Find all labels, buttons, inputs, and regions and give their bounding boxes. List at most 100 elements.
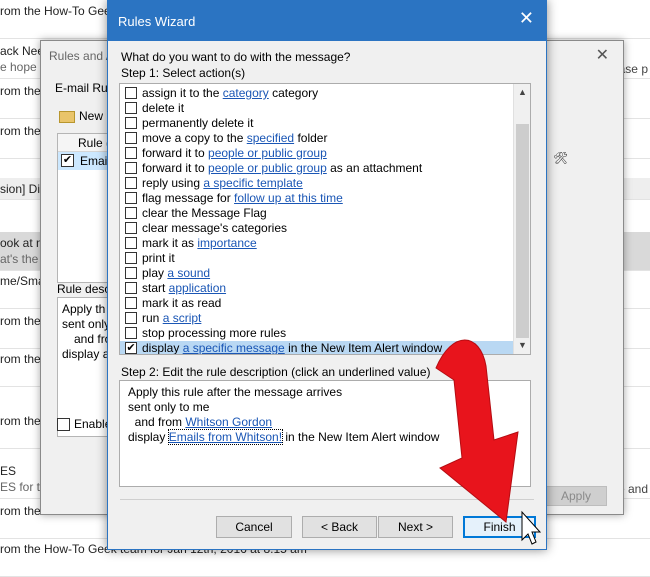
action-checkbox[interactable] [125, 312, 137, 324]
mail-row-title: rom the [0, 352, 41, 366]
action-checkbox[interactable] [125, 252, 137, 264]
action-checkbox[interactable]: ✔ [125, 342, 137, 354]
mail-row-title: me/Sma [0, 274, 45, 288]
action-text: mark it as [142, 236, 198, 250]
action-row[interactable]: forward it to people or public group [120, 146, 514, 161]
action-label: clear message's categories [142, 221, 287, 236]
divider [120, 499, 534, 500]
desc-line-4: display Emails from Whitson! in the New … [128, 429, 522, 445]
action-label: delete it [142, 101, 184, 116]
action-checkbox[interactable] [125, 282, 137, 294]
action-row[interactable]: ✔ display a specific message in the New I… [120, 341, 514, 355]
desc-line: Apply th [62, 302, 106, 316]
action-text: clear message's categories [142, 221, 288, 235]
action-row[interactable]: start application [120, 281, 514, 296]
action-text: delete it [142, 101, 185, 115]
back-button[interactable]: < Back [302, 516, 377, 538]
action-row[interactable]: clear message's categories [120, 221, 514, 236]
action-checkbox[interactable] [125, 117, 137, 129]
action-checkbox[interactable] [125, 222, 137, 234]
action-link[interactable]: a specific template [203, 176, 302, 190]
action-row[interactable]: play a sound [120, 266, 514, 281]
action-row[interactable]: mark it as importance [120, 236, 514, 251]
action-checkbox[interactable] [125, 297, 137, 309]
desc-line: display a [62, 347, 110, 361]
scroll-up-icon[interactable]: ▲ [514, 84, 530, 101]
action-row[interactable]: reply using a specific template [120, 176, 514, 191]
mail-row-title: sion] Di [0, 182, 41, 196]
action-link[interactable]: people or public group [208, 161, 327, 175]
action-text: flag message for [142, 191, 235, 205]
action-row[interactable]: permanently delete it [120, 116, 514, 131]
desc-text: and from [128, 415, 186, 429]
action-link[interactable]: follow up at this time [234, 191, 343, 205]
action-link[interactable]: category [223, 86, 269, 100]
action-row[interactable]: run a script [120, 311, 514, 326]
action-link[interactable]: application [169, 281, 226, 295]
action-checkbox[interactable] [125, 327, 137, 339]
action-checkbox[interactable] [125, 102, 137, 114]
action-checkbox[interactable] [125, 237, 137, 249]
action-label: print it [142, 251, 175, 266]
action-row[interactable]: print it [120, 251, 514, 266]
scroll-down-icon[interactable]: ▼ [514, 337, 530, 354]
action-row[interactable]: clear the Message Flag [120, 206, 514, 221]
action-link[interactable]: a sound [167, 266, 210, 280]
close-icon[interactable]: ✕ [596, 45, 609, 65]
action-row[interactable]: move a copy to the specified folder [120, 131, 514, 146]
checkbox[interactable] [57, 418, 70, 432]
rules-alerts-title: Rules and A [49, 49, 114, 63]
folder-icon [59, 110, 75, 123]
enable-label: Enable [74, 417, 112, 431]
rules-list[interactable]: Rule ( ✔ Emails [57, 133, 116, 283]
rule-checkbox[interactable]: ✔ [61, 154, 74, 167]
action-checkbox[interactable] [125, 207, 137, 219]
action-link[interactable]: a script [163, 311, 202, 325]
enable-checkbox[interactable]: Enable [57, 417, 112, 432]
close-icon[interactable]: ✕ [519, 9, 534, 27]
action-text: permanently delete it [142, 116, 254, 130]
rule-description-box: Apply th sent only and fro display a [57, 297, 113, 437]
action-text: move a copy to the [142, 131, 247, 145]
action-link[interactable]: a specific message [183, 341, 285, 354]
mail-row-preview: e hope [0, 60, 37, 74]
mail-row-preview: at's the [0, 252, 39, 266]
action-row[interactable]: flag message for follow up at this time [120, 191, 514, 206]
desc-line-3: and from Whitson Gordon [128, 415, 522, 430]
actions-list[interactable]: ✔ display a specific message in the New I… [119, 83, 531, 355]
action-row[interactable]: forward it to people or public group as … [120, 161, 514, 176]
action-checkbox[interactable] [125, 132, 137, 144]
message-link[interactable]: Emails from Whitson! [167, 429, 284, 445]
action-link[interactable]: people or public group [208, 146, 327, 160]
action-link[interactable]: importance [197, 236, 256, 250]
scroll-thumb[interactable] [516, 124, 529, 338]
mail-row-title: rom the [0, 124, 41, 138]
action-label: assign it to the category category [142, 86, 318, 101]
action-text: run [142, 311, 163, 325]
action-checkbox[interactable] [125, 267, 137, 279]
action-checkbox[interactable] [125, 177, 137, 189]
tools-icon[interactable]: 🛠 [553, 151, 568, 165]
rules-list-header: Rule ( [58, 134, 112, 152]
action-checkbox[interactable] [125, 162, 137, 174]
apply-button[interactable]: Apply [545, 486, 607, 506]
action-text: as an attachment [326, 161, 423, 175]
action-link[interactable]: specified [247, 131, 294, 145]
action-row[interactable]: mark it as read [120, 296, 514, 311]
action-checkbox[interactable] [125, 147, 137, 159]
action-row[interactable]: stop processing more rules [120, 326, 514, 341]
finish-button[interactable]: Finish [463, 516, 536, 538]
action-checkbox[interactable] [125, 87, 137, 99]
action-row[interactable]: assign it to the category category [120, 86, 514, 101]
action-text: display [142, 341, 183, 355]
action-text: forward it to [142, 161, 209, 175]
action-checkbox[interactable] [125, 192, 137, 204]
action-text: category [268, 86, 319, 100]
action-row[interactable]: delete it [120, 101, 514, 116]
rules-list-row[interactable]: ✔ Emails [58, 152, 116, 170]
sender-link[interactable]: Whitson Gordon [185, 415, 272, 429]
action-text: clear the Message Flag [142, 206, 267, 220]
cancel-button[interactable]: Cancel [216, 516, 292, 538]
scrollbar[interactable]: ▲ ▼ [513, 84, 530, 354]
next-button[interactable]: Next > [378, 516, 453, 538]
